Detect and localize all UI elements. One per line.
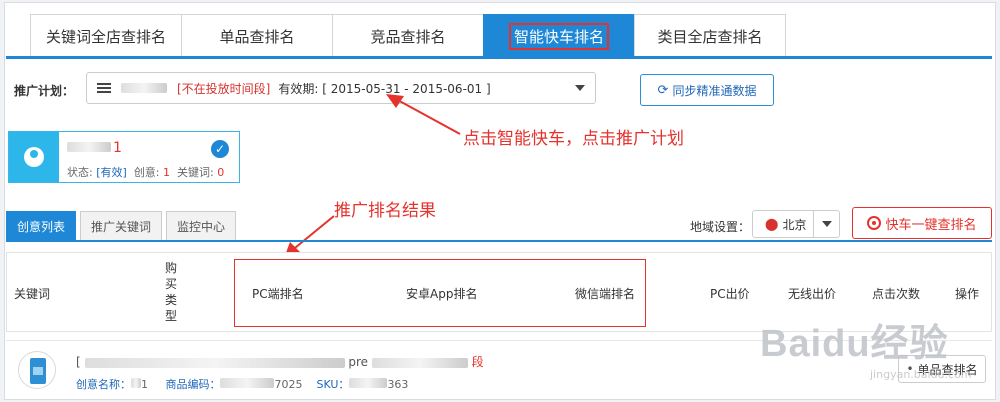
tab-keyword-store-rank[interactable]: 关键词全店查排名 <box>30 14 182 57</box>
blurred-plan-title <box>67 142 111 152</box>
watermark-logo: Baidu经验 <box>760 323 949 365</box>
plan-select[interactable]: [不在投放时间段] 有效期: [ 2015-05-31 - 2015-06-01… <box>86 72 596 104</box>
blurred-code <box>220 378 275 388</box>
tab-smart-express-rank[interactable]: 智能快车排名 <box>483 14 635 57</box>
check-icon: ✓ <box>211 140 229 158</box>
tab-monitor-center[interactable]: 监控中心 <box>166 211 237 241</box>
menu-icon <box>97 83 111 93</box>
tab-creative-list[interactable]: 创意列表 <box>6 211 77 241</box>
annotation-result-hint: 推广排名结果 <box>334 201 436 221</box>
region-value: 北京 <box>782 217 807 232</box>
th-wireless-bid: 无线出价 <box>788 287 837 301</box>
annotation-arrow-plan <box>386 94 461 135</box>
sync-data-button[interactable]: ⟳ 同步精准通数据 <box>640 74 774 106</box>
plan-card-meta: 状态: [有效] 创意: 1 关键词: 0 <box>67 166 225 179</box>
tab-competitor-rank[interactable]: 竞品查排名 <box>332 14 484 57</box>
product-thumbnail <box>18 351 56 389</box>
main-tabs: 关键词全店查排名 单品查排名 竞品查排名 智能快车排名 类目全店查排名 <box>30 14 786 57</box>
th-pc-bid: PC出价 <box>710 287 750 301</box>
product-meta: 创意名称： 1 商品编码： 7025 SKU： 363 <box>76 378 409 391</box>
tab-underline <box>6 56 992 59</box>
rank-columns-highlight <box>234 259 646 327</box>
tab-promo-keywords[interactable]: 推广关键词 <box>80 211 163 241</box>
product-title: [ pre 段 <box>76 355 484 369</box>
annotation-click-hint: 点击智能快车，点击推广计划 <box>463 129 684 149</box>
sub-tabs: 创意列表 推广关键词 监控中心 <box>6 211 240 241</box>
refresh-icon: ⟳ <box>657 82 669 98</box>
tab-single-item-rank[interactable]: 单品查排名 <box>181 14 333 57</box>
chevron-down-icon <box>821 221 832 227</box>
th-action: 操作 <box>955 287 980 301</box>
chevron-down-icon <box>575 85 585 91</box>
subtab-underline <box>6 240 992 242</box>
watermark: Baidu经验 jingyan.baidu.com <box>760 312 972 381</box>
plan-card[interactable]: 1 状态: [有效] 创意: 1 关键词: 0 ✓ <box>8 131 240 183</box>
blurred-title-a <box>84 357 345 368</box>
th-keyword: 关键词 <box>14 287 51 301</box>
th-buy-type: 购买类型 <box>164 261 177 323</box>
avatar <box>9 132 59 182</box>
blurred-title-b <box>371 357 468 368</box>
th-clicks: 点击次数 <box>872 287 921 301</box>
location-pin-icon: ⬤ <box>765 217 779 231</box>
product-image-icon <box>30 358 46 384</box>
blurred-creative <box>131 378 141 388</box>
region-dropdown-toggle[interactable] <box>813 211 839 237</box>
plan-label: 推广计划： <box>14 84 75 98</box>
plan-status: [不在投放时间段] <box>177 81 271 96</box>
blurred-plan-name <box>121 83 167 93</box>
user-icon <box>24 147 44 167</box>
tab-category-store-rank[interactable]: 类目全店查排名 <box>634 14 786 57</box>
watermark-url: jingyan.baidu.com <box>870 368 972 381</box>
plan-card-name: 1 <box>67 140 122 156</box>
target-icon <box>867 216 882 230</box>
region-select[interactable]: ⬤ 北京 <box>752 210 840 238</box>
quick-rank-button[interactable]: 快车一键查排名 <box>852 207 992 239</box>
region-label: 地域设置： <box>690 220 751 234</box>
blurred-sku <box>349 378 388 388</box>
